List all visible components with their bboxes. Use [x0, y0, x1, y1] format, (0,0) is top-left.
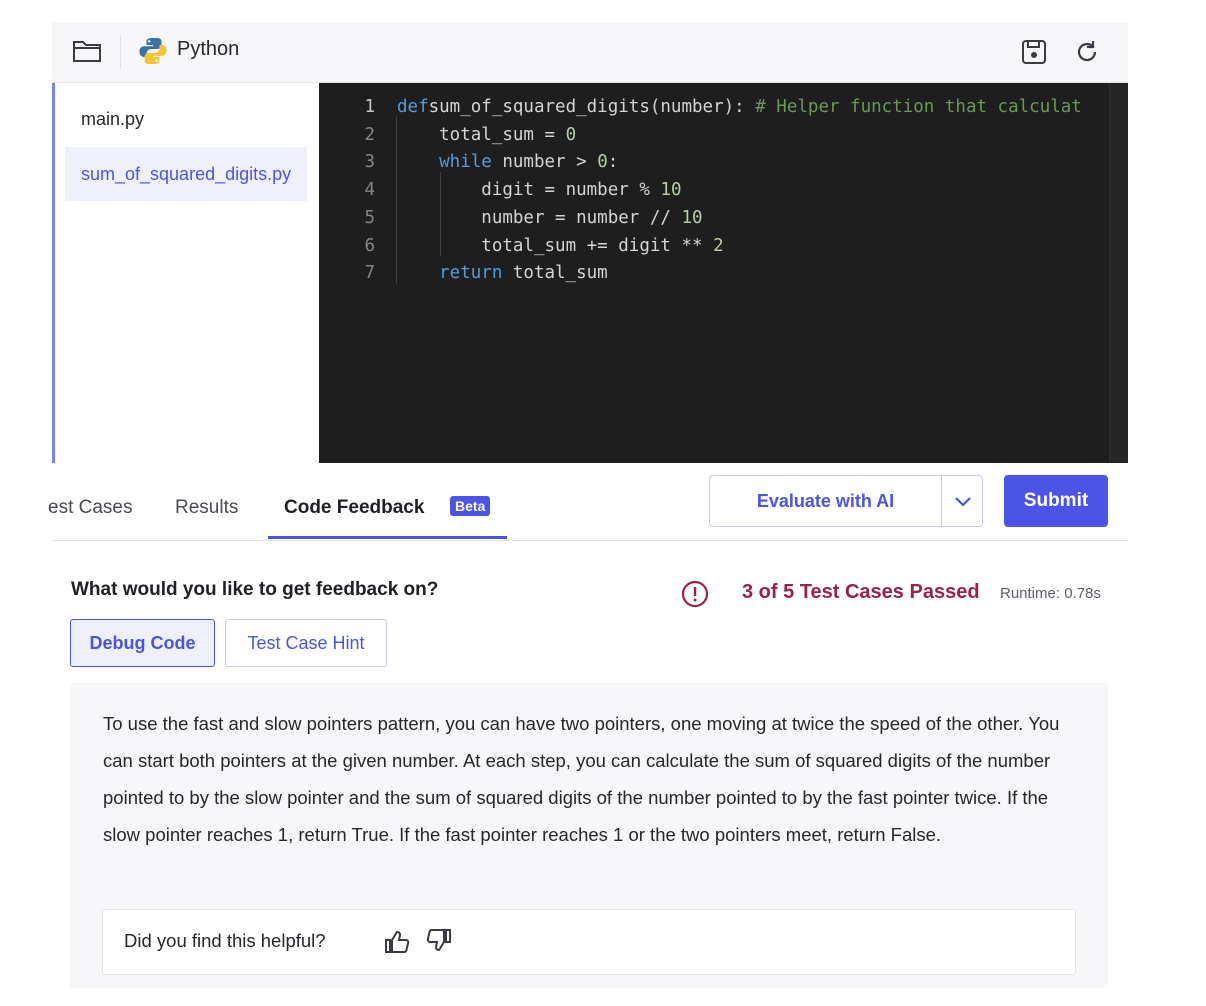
folder-icon[interactable]: [72, 38, 102, 64]
file-item-main[interactable]: main.py: [65, 92, 307, 146]
code-text: return total_sum: [397, 263, 608, 284]
file-explorer: main.py sum_of_squared_digits.py: [52, 83, 319, 463]
code-text: total_sum = 0: [397, 124, 577, 145]
code-editor[interactable]: 1 defsum_of_squared_digits(number): # Hel…: [319, 83, 1128, 463]
python-icon: [138, 36, 168, 66]
test-status: 3 of 5 Test Cases Passed: [742, 581, 980, 603]
toolbar-divider: [120, 36, 121, 68]
line-number: 1: [364, 97, 375, 117]
beta-badge: Beta: [450, 496, 491, 516]
line-number: 3: [364, 152, 375, 173]
tab-test-cases[interactable]: est Cases: [48, 497, 132, 519]
save-icon[interactable]: [1019, 37, 1049, 67]
thumbs-down-icon[interactable]: [425, 926, 453, 954]
code-text: while number > 0:: [397, 152, 619, 173]
feedback-question: What would you like to get feedback on?: [71, 579, 439, 600]
test-case-hint-button[interactable]: Test Case Hint: [225, 619, 387, 667]
helpful-prompt: Did you find this helpful?: [102, 909, 1076, 975]
editor-scrollbar[interactable]: [1109, 83, 1128, 463]
tab-code-feedback[interactable]: Code Feedback: [284, 497, 424, 519]
code-text: defsum_of_squared_digits(number): # Help…: [397, 97, 1082, 117]
line-number: 4: [364, 180, 375, 201]
active-tab-indicator: [268, 536, 507, 539]
submit-button[interactable]: Submit: [1004, 475, 1108, 527]
debug-code-button[interactable]: Debug Code: [70, 619, 215, 667]
line-number: 7: [364, 263, 375, 284]
code-text: number = number // 10: [397, 207, 703, 228]
evaluate-with-ai-button[interactable]: Evaluate with AI: [709, 475, 941, 527]
evaluate-dropdown-button[interactable]: [941, 475, 983, 527]
line-number: 6: [364, 235, 375, 256]
line-number: 5: [364, 207, 375, 228]
refresh-icon[interactable]: [1072, 37, 1102, 67]
alert-circle-icon: [681, 580, 709, 608]
feedback-panel: To use the fast and slow pointers patter…: [70, 683, 1108, 988]
helpful-question: Did you find this helpful?: [124, 930, 326, 951]
thumbs-up-icon[interactable]: [383, 928, 411, 956]
chevron-down-icon: [955, 497, 971, 507]
feedback-text: To use the fast and slow pointers patter…: [103, 713, 1060, 845]
line-number: 2: [364, 124, 375, 145]
language-label[interactable]: Python: [177, 38, 239, 61]
file-item-sum-of-squared-digits[interactable]: sum_of_squared_digits.py: [65, 147, 307, 201]
code-text: digit = number % 10: [397, 180, 682, 201]
code-text: total_sum += digit ** 2: [397, 235, 724, 256]
editor-toolbar: Python: [52, 22, 1128, 83]
runtime-label: Runtime: 0.78s: [1000, 585, 1101, 602]
tab-results[interactable]: Results: [175, 497, 238, 519]
